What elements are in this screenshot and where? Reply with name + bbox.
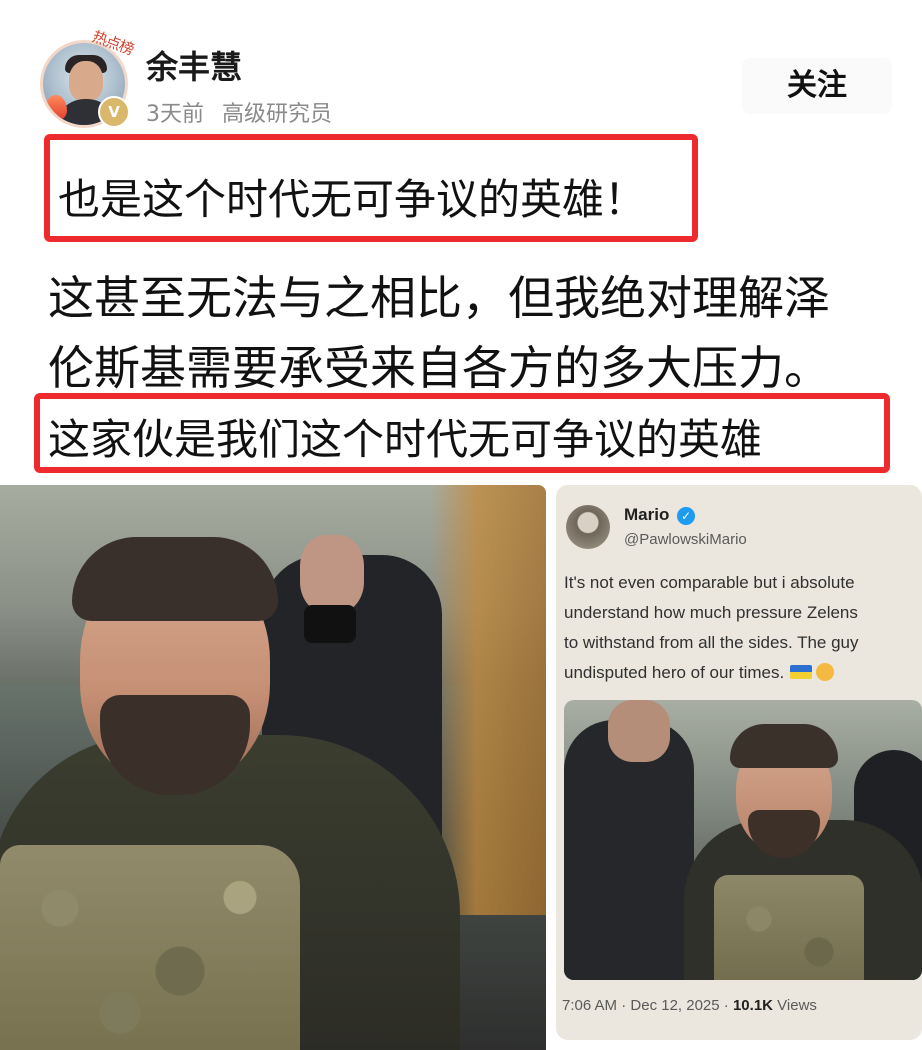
tweet-date: Dec 12, 2025 xyxy=(630,997,720,1014)
post-page: 热点榜 V 余丰慧 3天前 高级研究员 关注 也是这个时代无可争议的英雄！ 这甚至… xyxy=(0,0,922,1050)
tweet-views-count: 10.1K xyxy=(732,997,773,1014)
flame-icon xyxy=(45,95,67,121)
ukraine-flag-icon xyxy=(790,665,813,679)
tweet-text-line-4-wrap: undisputed hero of our times. xyxy=(564,663,835,683)
photographer-head xyxy=(300,535,364,613)
tweet-time: 7:06 AM xyxy=(562,997,618,1014)
content-line-4: 这家伙是我们这个时代无可争议的英雄 xyxy=(48,415,763,464)
author-name[interactable]: 余丰慧 xyxy=(146,42,242,88)
tweet-text-line-4: undisputed hero of our times. xyxy=(564,663,785,682)
subject-vest xyxy=(0,845,300,1050)
post-time: 3天前 xyxy=(146,102,204,127)
post-meta: 3天前 高级研究员 xyxy=(146,96,332,128)
tweet-avatar xyxy=(566,505,610,549)
tweet-text-line-2: understand how much pressure Zelens xyxy=(564,603,858,622)
tweet-author-name: Mario xyxy=(624,505,670,524)
subject-hair xyxy=(72,537,278,621)
tweet-separator-1: · xyxy=(621,997,627,1014)
tweet-photo-subject-hair xyxy=(730,724,838,768)
tweet-photo-subject-vest xyxy=(714,875,864,980)
tweet-photo xyxy=(564,700,922,980)
checkmark-badge-icon: ✓ xyxy=(677,507,695,525)
main-photo[interactable] xyxy=(0,485,546,1050)
tweet-text-line-3: to withstand from all the sides. The guy xyxy=(564,633,859,652)
tweet-handle: @PawlowskiMario xyxy=(624,531,747,548)
content-line-2: 这甚至无法与之相比，但我绝对理解泽 xyxy=(48,271,830,325)
follow-button[interactable]: 关注 xyxy=(742,58,892,114)
face-emoji-icon xyxy=(816,663,835,681)
avatar-face xyxy=(69,61,103,101)
tweet-footer: 7:06 AM · Dec 12, 2025 · 10.1K Views xyxy=(562,997,817,1014)
tweet-separator-2: · xyxy=(723,997,729,1014)
tweet-screenshot[interactable]: Mario ✓ @PawlowskiMario It's not even co… xyxy=(556,485,922,1040)
tweet-views-label: Views xyxy=(777,997,817,1014)
content-line-1: 也是这个时代无可争议的英雄！ xyxy=(58,175,647,224)
tweet-text-line-1: It's not even comparable but i absolute xyxy=(564,573,855,592)
tweet-photo-person-left-head xyxy=(608,700,670,762)
verified-v-icon: V xyxy=(98,96,130,128)
content-line-3: 伦斯基需要承受来自各方的多大压力。 xyxy=(48,341,830,395)
author-role: 高级研究员 xyxy=(222,102,333,127)
camera-icon xyxy=(304,605,356,643)
